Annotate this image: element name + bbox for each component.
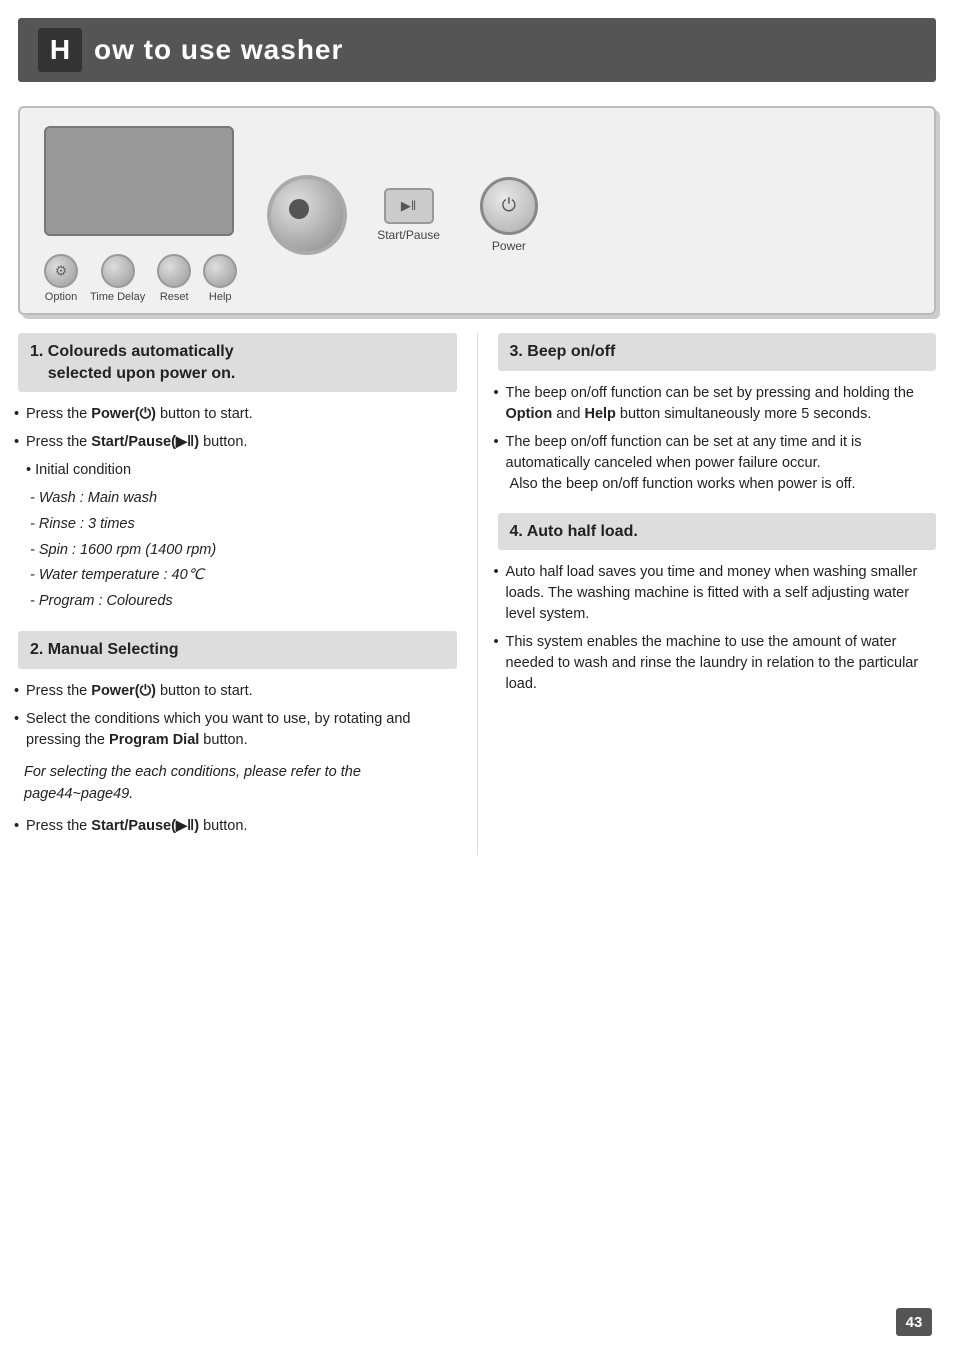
timedelay-button-icon [101, 254, 135, 288]
section1-rinse: - Rinse : 3 times [18, 514, 457, 536]
section1-bullet1: Press the Power(⏻) button to start. [18, 404, 457, 425]
reset-button-area: Reset [157, 254, 191, 303]
help-label: Help [209, 291, 232, 303]
startpause-label: Start/Pause [377, 228, 440, 242]
power-button-icon: ⏻ [480, 177, 538, 235]
section1-temp: - Water temperature : 40℃ [18, 565, 457, 587]
section4-content: Auto half load saves you time and money … [498, 562, 937, 695]
page-number: 43 [896, 1308, 932, 1336]
section3-bullet2: The beep on/off function can be set at a… [498, 432, 937, 495]
section2-bullet1: Press the Power(⏻) button to start. [18, 681, 457, 702]
section2-bullet3: Press the Start/Pause(▶‖) button. [18, 816, 457, 837]
section3-title: 3. Beep on/off [510, 341, 925, 363]
section2-header: 2. Manual Selecting [18, 631, 457, 669]
section1-wash: - Wash : Main wash [18, 488, 457, 510]
page-header: H ow to use washer [18, 18, 936, 82]
section3-bullet1: The beep on/off function can be set by p… [498, 383, 937, 425]
section3-content: The beep on/off function can be set by p… [498, 383, 937, 495]
section1-content: Press the Power(⏻) button to start. Pres… [18, 404, 457, 613]
section1-spin: - Spin : 1600 rpm (1400 rpm) [18, 540, 457, 562]
left-column: 1. Coloureds automatically selected upon… [18, 333, 478, 855]
section4-bullet1: Auto half load saves you time and money … [498, 562, 937, 625]
section4-bullet2: This system enables the machine to use t… [498, 632, 937, 695]
section4-title: 4. Auto half load. [510, 521, 925, 543]
section1-header: 1. Coloureds automatically selected upon… [18, 333, 457, 392]
header-letter: H [38, 28, 82, 72]
section2-bullet2: Select the conditions which you want to … [18, 709, 457, 751]
power-area: ⏻ Power [480, 177, 538, 253]
help-button-area: Help [203, 254, 237, 303]
section1-program: - Program : Coloureds [18, 591, 457, 613]
section4-header: 4. Auto half load. [498, 513, 937, 551]
startpause-button-icon: ▶‖ [384, 188, 434, 224]
panel-display-screen [44, 126, 234, 236]
control-panel-illustration: Option Time Delay Reset Help ▶‖ [18, 106, 936, 315]
right-column: 3. Beep on/off The beep on/off function … [478, 333, 937, 855]
page-title: ow to use washer [94, 34, 343, 66]
section2-title: 2. Manual Selecting [30, 639, 445, 661]
section3-header: 3. Beep on/off [498, 333, 937, 371]
program-dial [267, 175, 347, 255]
reset-label: Reset [160, 291, 189, 303]
section1-bullet3: • Initial condition [18, 460, 457, 481]
option-button-area: Option [44, 254, 78, 303]
section1-title: 1. Coloureds automatically selected upon… [30, 341, 445, 384]
help-button-icon [203, 254, 237, 288]
option-label: Option [45, 291, 77, 303]
option-button-icon [44, 254, 78, 288]
startpause-area: ▶‖ Start/Pause [377, 188, 440, 242]
timedelay-button-area: Time Delay [90, 254, 145, 303]
section2-italic-block: For selecting the each conditions, pleas… [18, 761, 457, 806]
reset-button-icon [157, 254, 191, 288]
timedelay-label: Time Delay [90, 291, 145, 303]
main-content: 1. Coloureds automatically selected upon… [18, 333, 936, 855]
section2-content: Press the Power(⏻) button to start. Sele… [18, 681, 457, 837]
section1-bullet2: Press the Start/Pause(▶‖) button. [18, 432, 457, 453]
panel-bottom-buttons: Option Time Delay Reset Help [44, 254, 237, 303]
power-label: Power [492, 239, 526, 253]
